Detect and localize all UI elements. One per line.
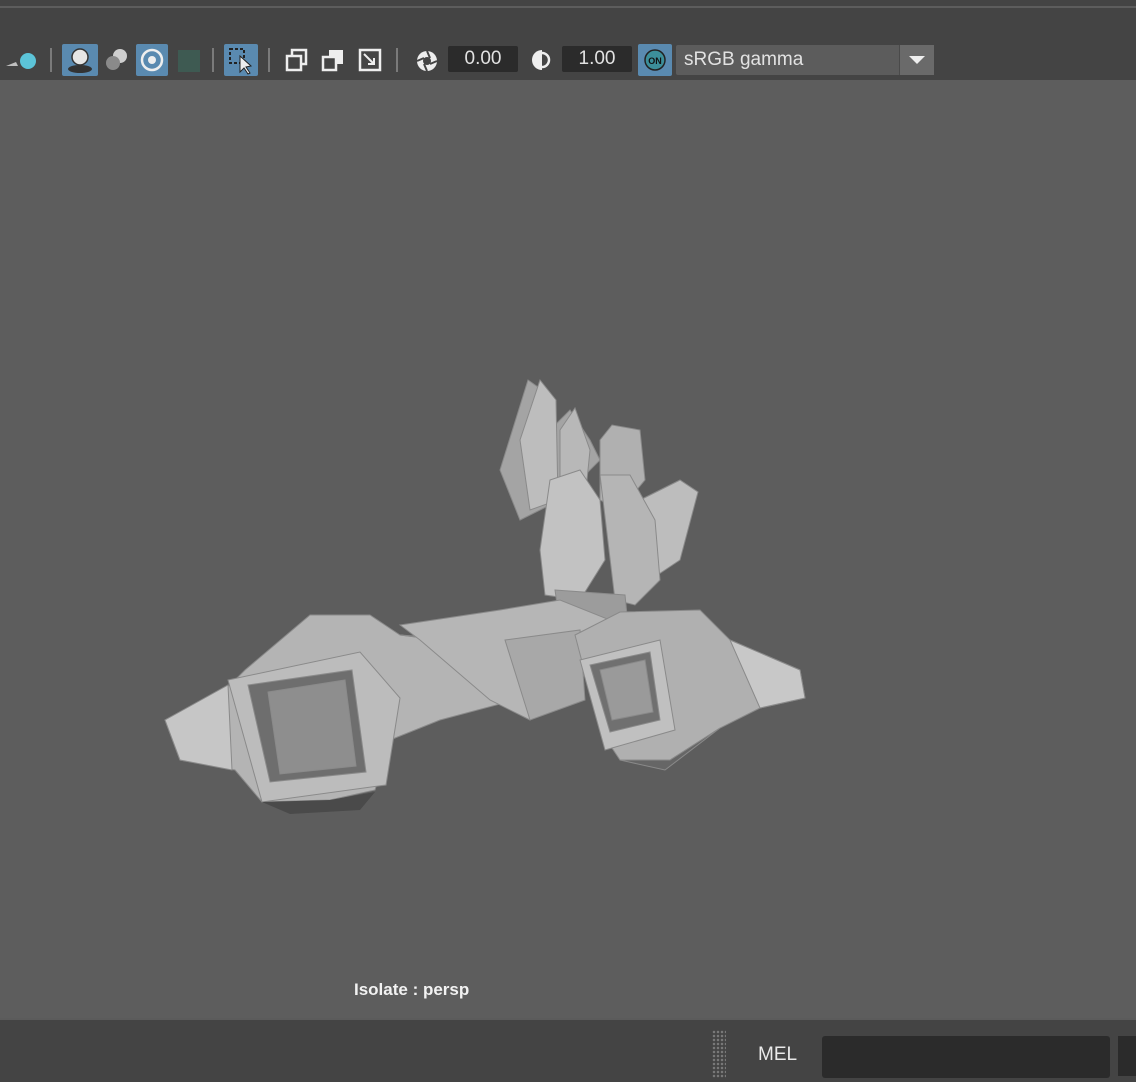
toolbar-separator — [268, 48, 270, 72]
command-input[interactable] — [822, 1036, 1110, 1078]
xray-joints-icon[interactable] — [318, 44, 350, 76]
viewport-camera-label: Isolate : persp — [354, 980, 470, 999]
xray-icon[interactable] — [282, 44, 314, 76]
depth-of-field-icon[interactable] — [172, 44, 206, 76]
chevron-down-icon — [909, 56, 925, 64]
command-line-bar: MEL — [0, 1018, 1136, 1082]
svg-text:ON: ON — [648, 56, 662, 66]
dropdown-arrow-button[interactable] — [899, 45, 934, 75]
shadow-icon[interactable] — [62, 44, 98, 76]
toolbar-separator — [212, 48, 214, 72]
isolate-select-icon[interactable] — [224, 44, 258, 76]
drag-handle[interactable] — [712, 1030, 726, 1078]
colorspace-dropdown[interactable]: sRGB gamma — [676, 45, 934, 75]
mel-language-toggle[interactable]: MEL — [758, 1044, 797, 1066]
exposure-field[interactable]: 0.00 — [448, 46, 518, 72]
panel-toolbar: 0.00 1.00 ON sRGB gamma — [0, 42, 1136, 80]
3d-viewport[interactable]: Isolate : persp — [0, 80, 1136, 1018]
ambient-occlusion-icon[interactable] — [100, 44, 134, 76]
anti-aliasing-icon[interactable] — [136, 44, 168, 76]
command-result-field — [1118, 1036, 1136, 1076]
toolbar-separator — [50, 48, 52, 72]
exposure-icon[interactable] — [410, 44, 444, 76]
color-management-on-icon[interactable]: ON — [638, 44, 672, 76]
light-icon[interactable] — [4, 44, 40, 76]
menu-bar-strip — [0, 0, 1136, 42]
xray-component-icon[interactable] — [354, 44, 386, 76]
top-divider — [0, 6, 1136, 8]
gamma-icon[interactable] — [526, 44, 558, 76]
gamma-field[interactable]: 1.00 — [562, 46, 632, 72]
colorspace-value: sRGB gamma — [684, 49, 804, 70]
toolbar-separator — [396, 48, 398, 72]
mesh-model — [164, 378, 806, 814]
